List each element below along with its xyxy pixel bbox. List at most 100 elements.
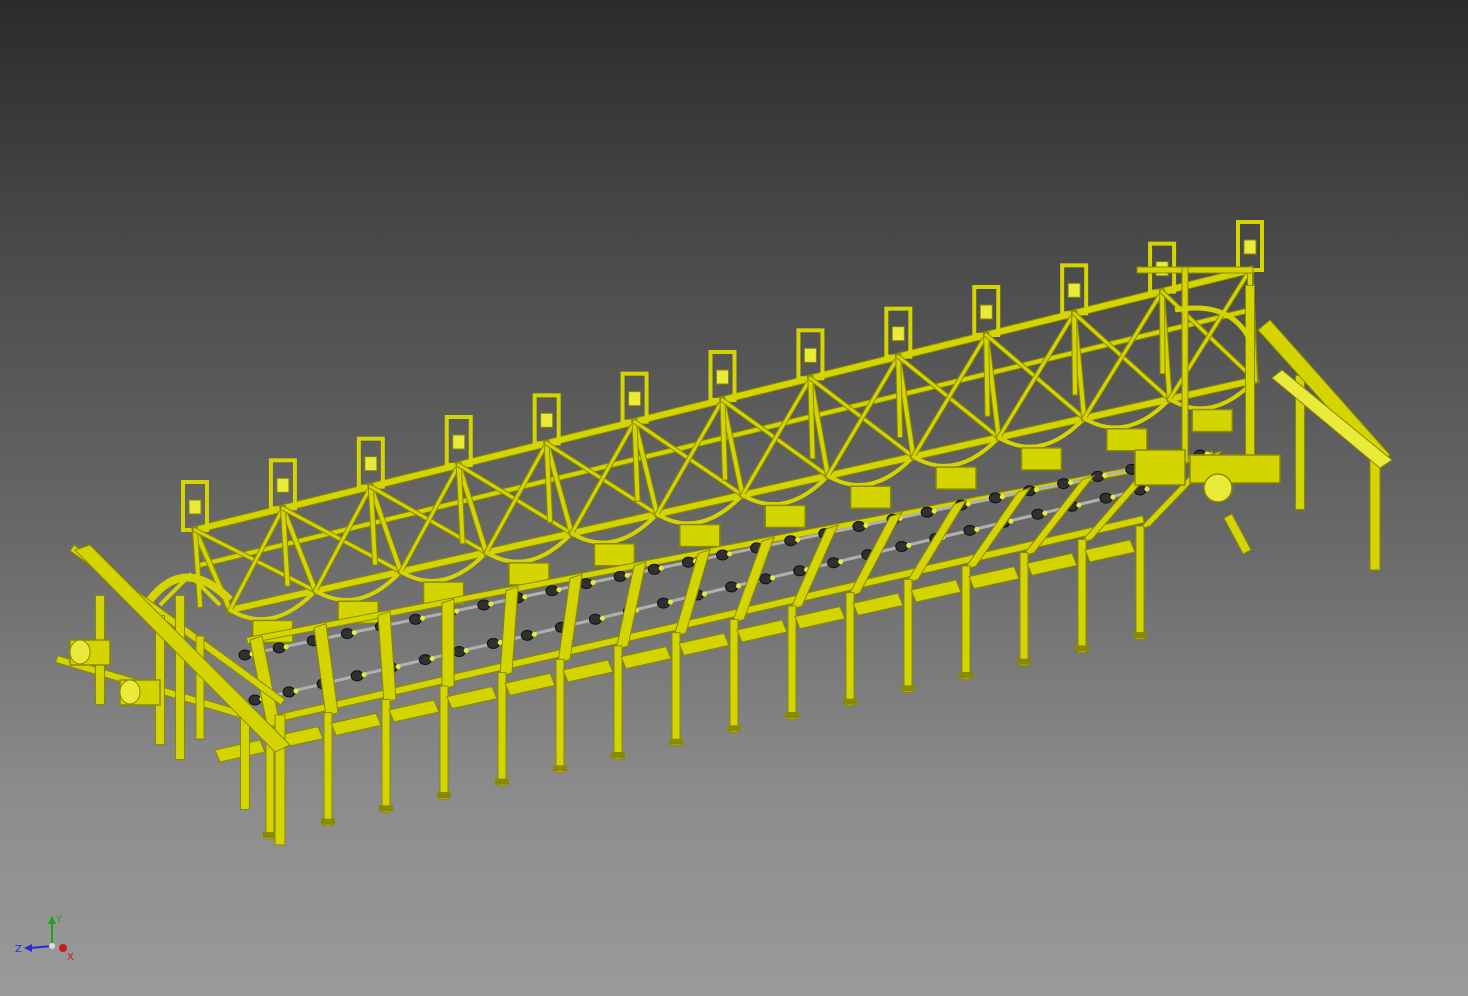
drive-shaft-back-hub [590,580,596,586]
drive-shaft-front-hub [531,631,537,637]
gantry-vertical-post [984,332,990,416]
leg-foot-plate [611,752,625,758]
drive-shaft-back-hub [727,551,732,557]
main-drive-motor [1189,454,1281,484]
gantry-vertical-post [720,397,728,480]
z-axis-arrow-icon [24,944,32,952]
transfer-arm [441,598,455,691]
drive-shaft-back-hub [863,522,869,528]
drive-shaft-front-hub [838,559,844,565]
drive-shaft-front-hub [429,656,435,662]
drive-shaft-front-roller [452,646,466,658]
drive-shaft-front-roller [418,654,432,666]
leg-foot-plate [727,725,741,732]
drive-shaft-back-hub [658,565,664,571]
drive-shaft-front-hub [1110,494,1116,500]
drive-motor-left-end [69,639,91,665]
skid-plate [1084,539,1136,563]
leg-foot-plate [321,818,335,825]
skid-plate [504,672,556,696]
gantry-vertical-post [808,376,815,459]
gantry-post-clamp [803,347,817,363]
skid-plate [562,659,614,683]
leg-foot-plate [785,712,799,718]
gantry-vertical-post [1072,311,1078,395]
drive-shaft-front-hub [667,599,673,605]
drive-shaft-front-roller [282,686,296,698]
leg-foot-plate [901,685,915,692]
leg-foot-plate [379,805,393,812]
gantry-post-clamp [716,369,729,385]
drive-shaft-back-roller [920,506,934,518]
gantry-post-clamp [1243,239,1257,255]
drive-shaft-back-hub [522,594,528,600]
drive-shaft-front-hub [395,664,401,670]
drive-shaft-front-roller [759,573,773,585]
conveyor-assembly-model[interactable] [0,0,1468,996]
gantry-carriage [764,504,806,529]
skid-plate [678,632,730,656]
drive-shaft-front-roller [963,524,977,536]
drive-shaft-back-hub [795,537,801,543]
drive-shaft-back-roller [545,585,559,597]
leg-foot-plate [669,738,683,745]
leg-foot-plate [1075,645,1089,652]
gantry-post-clamp [364,456,378,472]
drive-shaft-front-roller [793,565,807,577]
skid-plate [910,579,962,603]
drive-shaft-front-hub [1144,486,1150,492]
graphics-viewport[interactable]: Y Z X [0,0,1468,996]
drive-shaft-back-hub [965,501,971,507]
drive-shaft-back-roller [681,556,695,568]
drive-shaft-back-roller [238,649,252,661]
skid-plate [330,712,382,736]
drive-shaft-front-hub [1042,510,1048,516]
gantry-vertical-post [896,354,903,438]
drive-shaft-back-roller [716,549,729,561]
drive-shaft-back-hub [624,572,630,578]
leg-foot-plate [1017,658,1031,665]
leg-foot-plate [843,698,857,705]
drive-shaft-front-hub [770,575,776,581]
skid-plate [388,699,440,723]
drive-shaft-back-hub [488,601,494,607]
gantry-post-clamp [540,412,554,428]
drive-shaft-back-roller [852,520,866,532]
drive-shaft-back-roller [784,535,798,547]
drive-shaft-back-roller [988,492,1002,504]
gantry-carriage [679,523,721,548]
drive-shaft-back-roller [1057,478,1071,490]
drive-shaft-back-hub [351,630,357,636]
drive-shaft-front-roller [520,629,534,641]
leg-foot-plate [553,765,567,772]
y-axis-label: Y [55,914,63,925]
main-drive-motor-end [1203,473,1233,503]
drive-shaft-back-roller [409,613,423,625]
gantry-carriage [1020,447,1063,471]
drive-shaft-front-roller [725,581,739,593]
drive-motor-lower-end [119,679,141,705]
gantry-post-clamp [1067,282,1081,298]
leg-foot-plate [495,778,509,785]
drive-shaft-back-roller [477,599,491,611]
gantry-carriage [935,466,977,490]
y-axis-arrow-icon [48,916,56,924]
gantry-post-clamp [628,391,642,407]
drive-shaft-back-hub [931,508,937,514]
leg-foot-plate [959,672,973,678]
drive-shaft-back-hub [283,644,289,650]
gearbox-housing [1134,449,1186,486]
gantry-carriage [593,543,636,567]
drive-shaft-front-roller [827,557,841,569]
drive-shaft-front-roller [895,541,909,553]
drive-shaft-front-hub [361,672,367,678]
leg-foot-plate [1133,632,1147,638]
drive-shaft-front-hub [702,591,707,597]
skid-plate [794,606,846,630]
gantry-post-clamp [276,477,290,493]
gantry-post-clamp [891,326,905,342]
skid-plate [736,619,788,643]
leg-foot-plate [437,792,451,798]
x-axis-dot-icon [59,944,67,952]
drive-shaft-front-hub [293,688,299,694]
